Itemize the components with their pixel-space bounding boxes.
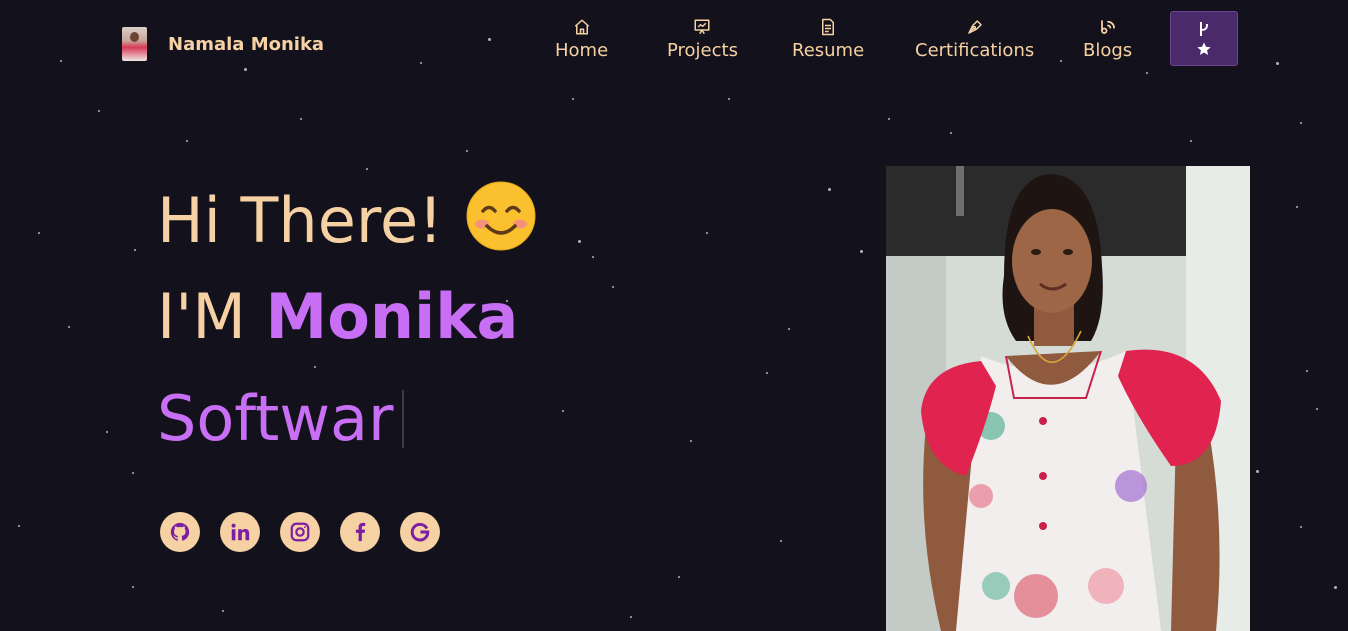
nav-label-blogs: Blogs	[1083, 40, 1133, 61]
nav-label-certifications: Certifications	[915, 40, 1035, 61]
star-dot	[1256, 470, 1259, 473]
typewriter-text: Softwar	[157, 388, 404, 450]
star-dot	[888, 118, 890, 120]
greeting-heading: Hi There!	[157, 180, 537, 252]
intro-name: Monika	[265, 280, 519, 353]
star-dot	[1296, 206, 1298, 208]
star-dot	[828, 188, 831, 191]
navbar: Home Projects Resume Certifications Blog…	[0, 18, 1348, 78]
star-dot	[366, 168, 368, 170]
star-dot	[1300, 122, 1302, 124]
instagram-link[interactable]	[280, 512, 320, 552]
facebook-link[interactable]	[340, 512, 380, 552]
linkedin-icon	[229, 521, 251, 543]
presentation-icon	[693, 18, 711, 36]
typed-role: Softwar	[157, 382, 394, 455]
star-dot	[134, 249, 136, 251]
star-dot	[98, 110, 100, 112]
instagram-icon	[289, 521, 311, 543]
intro-heading: I'M Monika	[157, 286, 518, 348]
google-link[interactable]	[400, 512, 440, 552]
star-dot	[780, 540, 782, 542]
typing-cursor	[401, 390, 404, 448]
star-dot	[562, 410, 564, 412]
pen-nib-icon	[966, 18, 984, 36]
star-dot	[466, 150, 468, 152]
intro-prefix: I'M	[157, 280, 266, 353]
star-dot	[572, 98, 574, 100]
star-dot	[300, 118, 302, 120]
star-dot	[860, 250, 863, 253]
star-dot	[222, 610, 224, 612]
github-icon	[169, 521, 191, 543]
portfolio-page: Namala Monika Home Projects Resume Certi…	[0, 0, 1348, 631]
blog-icon	[1099, 18, 1117, 36]
facebook-icon	[349, 521, 371, 543]
social-links	[160, 512, 440, 552]
google-icon	[409, 521, 431, 543]
document-icon	[819, 18, 837, 36]
star-dot	[1316, 408, 1318, 410]
profile-photo	[886, 166, 1250, 631]
star-icon	[1196, 41, 1212, 57]
greeting-text: Hi There!	[157, 184, 443, 257]
nav-item-projects[interactable]: Projects	[667, 18, 738, 61]
nav-label-resume: Resume	[792, 40, 865, 61]
nav-label-home: Home	[555, 40, 609, 61]
star-dot	[1300, 526, 1302, 528]
star-dot	[106, 431, 108, 433]
star-dot	[1190, 140, 1192, 142]
star-dot	[1306, 370, 1308, 372]
star-dot	[132, 586, 134, 588]
star-dot	[950, 132, 952, 134]
star-dot	[612, 286, 614, 288]
star-dot	[38, 232, 40, 234]
star-dot	[788, 328, 790, 330]
nav-item-resume[interactable]: Resume	[792, 18, 864, 61]
smiling-face-icon	[465, 180, 537, 252]
nav-item-home[interactable]: Home	[555, 18, 608, 61]
star-dot	[132, 472, 134, 474]
linkedin-link[interactable]	[220, 512, 260, 552]
nav-item-blogs[interactable]: Blogs	[1083, 18, 1132, 61]
star-dot	[314, 366, 316, 368]
star-dot	[186, 140, 188, 142]
star-dot	[678, 576, 680, 578]
star-dot	[766, 372, 768, 374]
star-dot	[578, 240, 581, 243]
star-dot	[706, 232, 708, 234]
nav-item-certifications[interactable]: Certifications	[915, 18, 1034, 61]
star-dot	[592, 256, 594, 258]
git-fork-icon	[1198, 21, 1210, 37]
star-dot	[68, 326, 70, 328]
star-dot	[18, 525, 20, 527]
star-dot	[630, 616, 632, 618]
star-dot	[690, 440, 692, 442]
home-icon	[573, 18, 591, 36]
nav-label-projects: Projects	[667, 40, 738, 61]
star-dot	[1334, 586, 1337, 589]
star-dot	[728, 98, 730, 100]
github-fork-star-button[interactable]	[1170, 11, 1238, 66]
github-link[interactable]	[160, 512, 200, 552]
